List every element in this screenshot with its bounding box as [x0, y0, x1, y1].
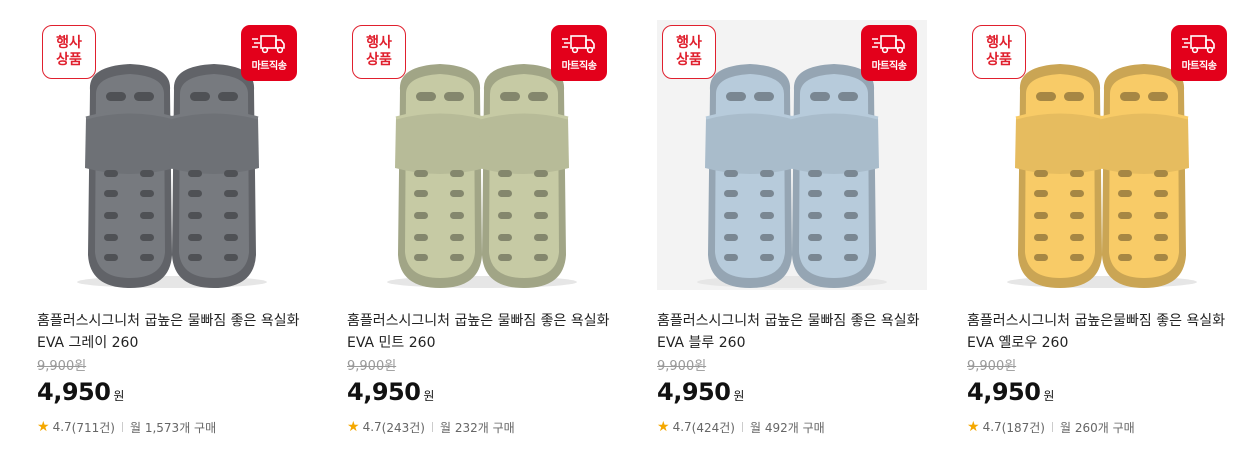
- product-title-line2[interactable]: EVA 옐로우 260: [967, 332, 1242, 354]
- mart-direct-delivery-badge: 마트직송: [1171, 25, 1227, 81]
- product-image[interactable]: 행사 상품 마트직송: [967, 20, 1237, 290]
- product-title[interactable]: 홈플러스시그니처 굽높은 물빠짐 좋은 욕실화 EVA 민트 260: [347, 310, 622, 354]
- review-count[interactable]: 187건: [1002, 419, 1045, 436]
- divider: [741, 422, 743, 432]
- review-count[interactable]: 243건: [382, 419, 425, 436]
- mart-badge-label: 마트직송: [871, 61, 907, 72]
- product-title[interactable]: 홈플러스시그니처 굽높은 물빠짐 좋은 욕실화 EVA 그레이 260: [37, 310, 312, 354]
- sale-price-amount: 4,950: [657, 378, 731, 406]
- mart-badge-label: 마트직송: [251, 61, 287, 72]
- delivery-truck-icon: [562, 35, 595, 54]
- sale-price-amount: 4,950: [37, 378, 111, 406]
- product-grid: 행사 상품 마트직송 홈플러스시그니처 굽높은 물빠짐 좋은 욕실화 EVA 그…: [0, 0, 1258, 455]
- event-badge-line2: 상품: [56, 52, 82, 68]
- mart-direct-delivery-badge: 마트직송: [861, 25, 917, 81]
- rating-row: ★ 4.7 424건 월 492개 구매: [657, 418, 825, 436]
- sale-price: 4,950 원: [37, 378, 124, 408]
- rating-row: ★ 4.7 243건 월 232개 구매: [347, 418, 515, 436]
- rating-value: 4.7: [982, 420, 1002, 434]
- event-badge-line1: 행사: [986, 35, 1012, 51]
- currency-label: 원: [113, 389, 125, 403]
- product-title-line1[interactable]: 홈플러스시그니처 굽높은 물빠짐 좋은 욕실화: [37, 310, 312, 332]
- delivery-truck-icon: [872, 35, 905, 54]
- product-title-line1[interactable]: 홈플러스시그니처 굽높은 물빠짐 좋은 욕실화: [347, 310, 622, 332]
- sale-price: 4,950 원: [657, 378, 744, 408]
- monthly-sales: 월 232개 구매: [439, 420, 515, 435]
- rating-value: 4.7: [52, 420, 72, 434]
- event-product-badge: 행사 상품: [352, 25, 406, 79]
- monthly-sales: 월 492개 구매: [749, 420, 825, 435]
- event-product-badge: 행사 상품: [662, 25, 716, 79]
- rating-value: 4.7: [362, 420, 382, 434]
- mart-direct-delivery-badge: 마트직송: [241, 25, 297, 81]
- product-image[interactable]: 행사 상품 마트직송: [37, 20, 307, 290]
- mart-direct-delivery-badge: 마트직송: [551, 25, 607, 81]
- divider: [1051, 422, 1053, 432]
- currency-label: 원: [423, 389, 435, 403]
- sale-price-amount: 4,950: [347, 378, 421, 406]
- product-title-line2[interactable]: EVA 민트 260: [347, 332, 622, 354]
- mart-badge-label: 마트직송: [561, 61, 597, 72]
- product-title-line1[interactable]: 홈플러스시그니처 굽높은물빠짐 좋은 욕실화: [967, 310, 1242, 332]
- sale-price: 4,950 원: [347, 378, 434, 408]
- divider: [431, 422, 433, 432]
- product-title[interactable]: 홈플러스시그니처 굽높은물빠짐 좋은 욕실화 EVA 옐로우 260: [967, 310, 1242, 354]
- event-product-badge: 행사 상품: [972, 25, 1026, 79]
- event-badge-line1: 행사: [366, 35, 392, 51]
- event-badge-line1: 행사: [56, 35, 82, 51]
- product-card[interactable]: 행사 상품 마트직송 홈플러스시그니처 굽높은물빠짐 좋은 욕실화 EVA 옐로…: [967, 0, 1242, 455]
- product-title-line1[interactable]: 홈플러스시그니처 굽높은 물빠짐 좋은 욕실화: [657, 310, 932, 332]
- star-icon: ★: [657, 419, 670, 435]
- delivery-truck-icon: [252, 35, 285, 54]
- star-icon: ★: [37, 419, 50, 435]
- delivery-truck-icon: [1182, 35, 1215, 54]
- event-badge-line2: 상품: [366, 52, 392, 68]
- event-product-badge: 행사 상품: [42, 25, 96, 79]
- divider: [121, 422, 123, 432]
- monthly-sales: 월 1,573개 구매: [129, 420, 217, 435]
- sale-price-amount: 4,950: [967, 378, 1041, 406]
- product-card[interactable]: 행사 상품 마트직송 홈플러스시그니처 굽높은 물빠짐 좋은 욕실화 EVA 블…: [657, 0, 932, 455]
- product-image[interactable]: 행사 상품 마트직송: [347, 20, 617, 290]
- star-icon: ★: [347, 419, 360, 435]
- original-price: 9,900원: [37, 359, 87, 374]
- product-card[interactable]: 행사 상품 마트직송 홈플러스시그니처 굽높은 물빠짐 좋은 욕실화 EVA 민…: [347, 0, 622, 455]
- original-price: 9,900원: [967, 359, 1017, 374]
- rating-row: ★ 4.7 711건 월 1,573개 구매: [37, 418, 216, 436]
- rating-value: 4.7: [672, 420, 692, 434]
- sale-price: 4,950 원: [967, 378, 1054, 408]
- currency-label: 원: [1043, 389, 1055, 403]
- event-badge-line2: 상품: [986, 52, 1012, 68]
- original-price: 9,900원: [657, 359, 707, 374]
- product-title[interactable]: 홈플러스시그니처 굽높은 물빠짐 좋은 욕실화 EVA 블루 260: [657, 310, 932, 354]
- mart-badge-label: 마트직송: [1181, 61, 1217, 72]
- product-image[interactable]: 행사 상품 마트직송: [657, 20, 927, 290]
- currency-label: 원: [733, 389, 745, 403]
- event-badge-line2: 상품: [676, 52, 702, 68]
- review-count[interactable]: 424건: [692, 419, 735, 436]
- product-title-line2[interactable]: EVA 그레이 260: [37, 332, 312, 354]
- original-price: 9,900원: [347, 359, 397, 374]
- product-card[interactable]: 행사 상품 마트직송 홈플러스시그니처 굽높은 물빠짐 좋은 욕실화 EVA 그…: [37, 0, 312, 455]
- event-badge-line1: 행사: [676, 35, 702, 51]
- monthly-sales: 월 260개 구매: [1059, 420, 1135, 435]
- product-title-line2[interactable]: EVA 블루 260: [657, 332, 932, 354]
- star-icon: ★: [967, 419, 980, 435]
- rating-row: ★ 4.7 187건 월 260개 구매: [967, 418, 1135, 436]
- review-count[interactable]: 711건: [72, 419, 115, 436]
